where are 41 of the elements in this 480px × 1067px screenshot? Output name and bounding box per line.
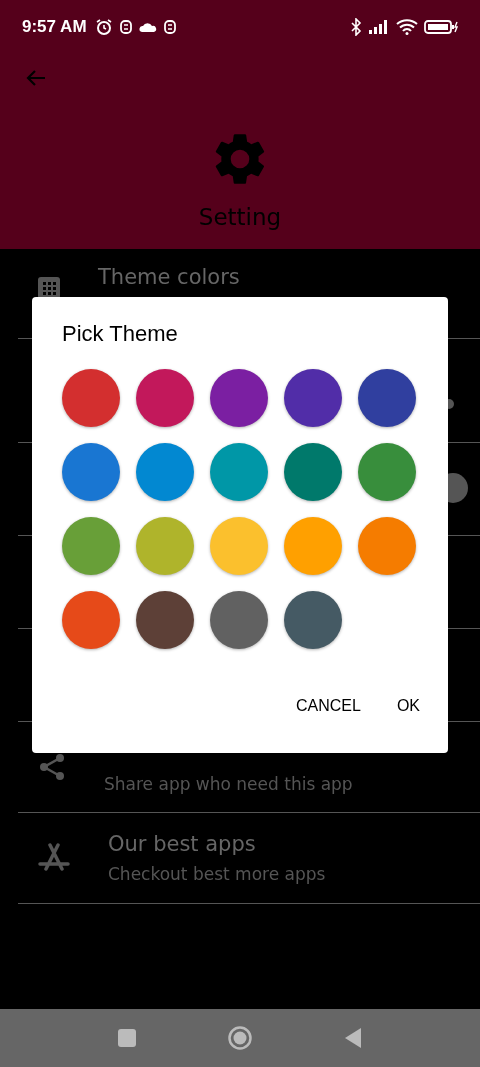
color-swatch[interactable] (210, 591, 268, 649)
grid-icon (38, 277, 60, 299)
color-swatch[interactable] (210, 517, 268, 575)
back-icon[interactable] (344, 1027, 362, 1049)
cloud-icon (138, 20, 157, 34)
notification-icon (118, 19, 133, 35)
signal-icon (368, 19, 390, 35)
color-swatch[interactable] (284, 517, 342, 575)
color-swatch[interactable] (136, 591, 194, 649)
color-swatch[interactable] (136, 517, 194, 575)
settings-item[interactable]: Our best apps Checkout best more apps (18, 813, 480, 904)
color-swatch[interactable] (284, 591, 342, 649)
color-swatch[interactable] (358, 443, 416, 501)
color-swatch[interactable] (62, 443, 120, 501)
dialog-button[interactable]: CANCEL (281, 687, 375, 725)
share-icon (38, 753, 66, 781)
color-swatch[interactable] (136, 443, 194, 501)
color-swatch[interactable] (62, 591, 120, 649)
color-swatch[interactable] (284, 443, 342, 501)
notification-icon (162, 19, 177, 35)
status-time: 9:57 AM (22, 17, 87, 37)
color-swatch[interactable] (62, 369, 120, 427)
color-swatch[interactable] (210, 369, 268, 427)
wifi-icon (396, 19, 418, 35)
settings-subtitle: Share app who need this app (104, 774, 353, 794)
color-swatch[interactable] (358, 369, 416, 427)
bluetooth-icon (350, 18, 362, 36)
settings-title: Theme colors (98, 265, 240, 289)
dialog-button[interactable]: OK (382, 687, 434, 725)
settings-subtitle: Checkout best more apps (108, 864, 326, 884)
home-icon[interactable] (228, 1026, 252, 1050)
settings-title: Our best apps (108, 832, 257, 856)
color-swatch[interactable] (284, 369, 342, 427)
alarm-icon (94, 18, 113, 36)
color-swatch[interactable] (62, 517, 120, 575)
color-swatch[interactable] (136, 369, 194, 427)
page-title: Setting (198, 204, 282, 230)
battery-icon (424, 19, 458, 35)
app-store-icon (38, 843, 70, 873)
color-swatch[interactable] (358, 517, 416, 575)
color-swatch[interactable] (210, 443, 268, 501)
